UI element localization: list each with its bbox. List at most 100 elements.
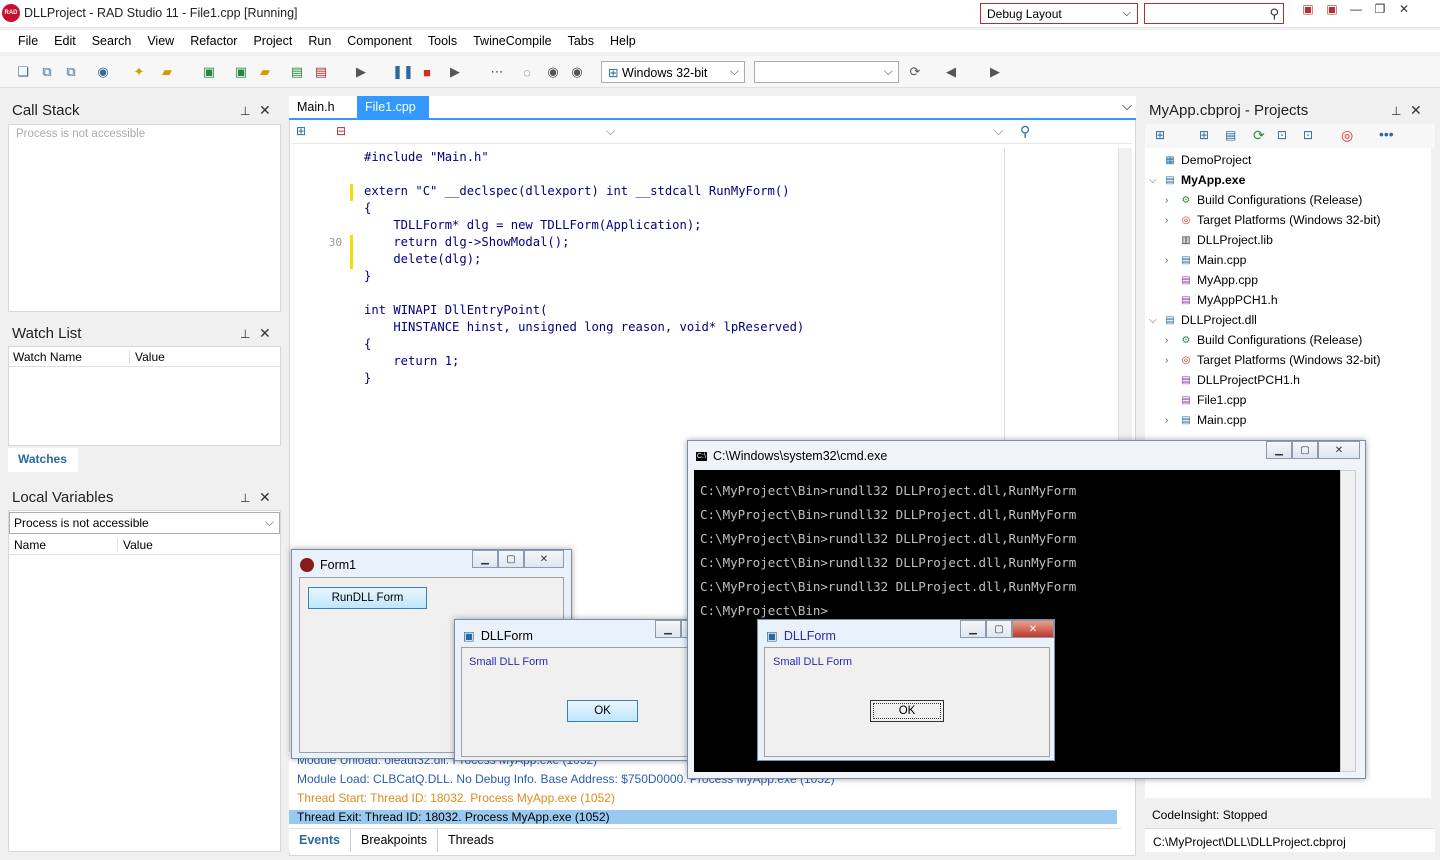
back-arrow-icon[interactable]: ◀ (942, 63, 960, 81)
save-icon[interactable]: ▣ (200, 63, 218, 81)
pin-icon[interactable]: ⊥ (240, 327, 250, 341)
stop-icon[interactable]: ■ (418, 63, 436, 81)
code-line[interactable]: extern "C" __declspec(dllexport) int __s… (364, 184, 790, 198)
minimize-button[interactable]: ▁ (960, 620, 986, 638)
project-tree-item[interactable]: ▦ DemoProject (1149, 153, 1251, 167)
pin-icon[interactable]: ⊥ (1391, 104, 1401, 118)
menu-search[interactable]: Search (84, 34, 140, 48)
pin-icon[interactable]: ⊥ (240, 104, 250, 118)
layout-switch-icon[interactable]: ▣ (1296, 0, 1320, 18)
project-tree-item[interactable]: ▤ MyApp.cpp (1165, 273, 1258, 287)
tab-main-h[interactable]: Main.h (289, 96, 343, 118)
refresh-icon[interactable]: ⟳ (1253, 127, 1265, 144)
code-line[interactable]: { (364, 337, 371, 351)
minimize-button[interactable]: ▁ (1266, 441, 1292, 459)
chevron-right-icon[interactable]: › (1165, 335, 1179, 346)
open-folder-icon[interactable]: ▰ (158, 63, 176, 81)
project-tree-item[interactable]: › ◎ Target Platforms (Windows 32-bit) (1165, 213, 1381, 227)
code-line[interactable]: { (364, 201, 371, 215)
sync-icon[interactable]: ⊞ (1199, 128, 1209, 142)
minimize-button[interactable]: ▁ (472, 550, 498, 568)
code-line[interactable]: #include "Main.h" (364, 150, 489, 164)
watch-value-column[interactable]: Value (129, 349, 165, 364)
close-button[interactable]: ✕ (524, 550, 564, 568)
chevron-right-icon[interactable]: › (1165, 415, 1179, 426)
maximize-button[interactable]: ▢ (498, 550, 524, 568)
chevron-down-icon[interactable]: ⌵ (1149, 315, 1163, 326)
watches-tab[interactable]: Watches (8, 448, 78, 472)
ide-search-input[interactable]: ⚲ (1144, 3, 1284, 24)
project-tree-item[interactable]: ▤ DLLProjectPCH1.h (1165, 373, 1300, 387)
maximize-button[interactable]: ▢ (986, 620, 1012, 638)
tab-breakpoints[interactable]: Breakpoints (350, 829, 437, 852)
event-log-entry[interactable]: Thread Exit: Thread ID: 18032. Process M… (289, 810, 1117, 824)
project-tree-item[interactable]: ⌵ ▤ MyApp.exe (1149, 173, 1245, 187)
run-to-cursor-icon[interactable]: ◉ (568, 63, 586, 81)
expand-icon[interactable]: ⊡ (1277, 128, 1287, 142)
menu-view[interactable]: View (139, 34, 182, 48)
add-file-icon[interactable]: ▤ (288, 63, 306, 81)
menu-tabs[interactable]: Tabs (560, 34, 602, 48)
menu-edit[interactable]: Edit (46, 34, 84, 48)
project-tree-item[interactable]: ▤ File1.cpp (1165, 393, 1246, 407)
project-tree-item[interactable]: › ◎ Target Platforms (Windows 32-bit) (1165, 353, 1381, 367)
menu-project[interactable]: Project (245, 34, 300, 48)
tabs-dropdown-icon[interactable]: ⌵ (1122, 98, 1132, 114)
close-icon[interactable]: ✕ (1410, 102, 1422, 119)
open-project-icon[interactable]: ▰ (256, 63, 274, 81)
code-line[interactable]: delete(dlg); (364, 252, 481, 266)
close-icon[interactable]: ✕ (259, 489, 271, 506)
menu-help[interactable]: Help (602, 34, 644, 48)
project-tree-item[interactable]: › ▤ Main.cpp (1165, 413, 1246, 427)
code-line[interactable]: } (364, 269, 371, 283)
menu-twinecompile[interactable]: TwineCompile (465, 34, 560, 48)
dllform2-ok-button[interactable]: OK (870, 700, 944, 722)
project-tree-item[interactable]: ⌵ ▤ DLLProject.dll (1149, 313, 1257, 327)
configuration-combo[interactable]: ⌵ (754, 61, 899, 83)
minimize-button[interactable]: ▁ (655, 620, 681, 638)
code-line[interactable]: HINSTANCE hinst, unsigned long reason, v… (364, 320, 804, 334)
minimize-button[interactable]: — (1344, 0, 1368, 18)
refresh-icon[interactable]: ⟳ (906, 63, 924, 81)
project-options-icon[interactable]: ⊞ (1155, 128, 1165, 142)
chevron-down-icon[interactable]: ⌵ (606, 124, 615, 139)
method-icon[interactable]: ⊟ (336, 124, 346, 138)
cmd-scrollbar[interactable] (1340, 470, 1356, 772)
project-tree-item[interactable]: › ⚙ Build Configurations (Release) (1165, 333, 1362, 347)
menu-refactor[interactable]: Refactor (182, 34, 245, 48)
remove-file-icon[interactable]: ▤ (312, 63, 330, 81)
compile-icon[interactable]: ▤ (1225, 128, 1236, 142)
layout-combo[interactable]: Debug Layout ⌵ (980, 3, 1138, 24)
code-line[interactable]: return 1; (364, 354, 459, 368)
project-tree-item[interactable]: › ▤ Main.cpp (1165, 253, 1246, 267)
chevron-right-icon[interactable]: › (1165, 195, 1179, 206)
step-over-icon[interactable]: ◌ (518, 63, 536, 81)
platform-combo[interactable]: ⊞ Windows 32-bit ⌵ (601, 61, 745, 83)
open-window-icon[interactable]: ⧉ (38, 63, 56, 81)
rundll-form-button[interactable]: RunDLL Form (308, 587, 427, 609)
forward-arrow-icon[interactable]: ▶ (986, 63, 1004, 81)
chevron-right-icon[interactable]: › (1165, 355, 1179, 366)
dllform1-ok-button[interactable]: OK (567, 700, 638, 722)
project-tree-item[interactable]: › ⚙ Build Configurations (Release) (1165, 193, 1362, 207)
save-all-icon[interactable]: ▣ (232, 63, 250, 81)
step-icon[interactable]: ⋯ (488, 63, 506, 81)
code-line[interactable]: int WINAPI DllEntryPoint( (364, 303, 547, 317)
target-icon[interactable]: ◎ (1341, 127, 1353, 144)
search-icon[interactable]: ⚲ (1020, 123, 1030, 140)
pin-icon[interactable]: ⊥ (240, 491, 250, 505)
tab-file1-cpp[interactable]: File1.cpp ● (357, 96, 429, 127)
close-button[interactable]: ✕ (1392, 0, 1416, 18)
collapse-icon[interactable]: ⊡ (1303, 128, 1313, 142)
help-icon[interactable]: ◉ (94, 63, 112, 81)
close-button[interactable]: ✕ (1012, 620, 1054, 638)
menu-run[interactable]: Run (300, 34, 339, 48)
bookmark-icon[interactable]: ▣ (1320, 0, 1344, 18)
tab-events[interactable]: Events (289, 829, 350, 852)
chevron-down-icon[interactable]: ⌵ (1149, 175, 1163, 186)
locals-process-combo[interactable]: Process is not accessible ⌵ (9, 512, 280, 534)
chevron-down-icon[interactable]: ⌵ (994, 124, 1003, 139)
restore-button[interactable]: ❐ (1368, 0, 1392, 18)
pause-icon[interactable]: ❚❚ (392, 63, 414, 81)
locals-name-column[interactable]: Name (9, 538, 117, 552)
